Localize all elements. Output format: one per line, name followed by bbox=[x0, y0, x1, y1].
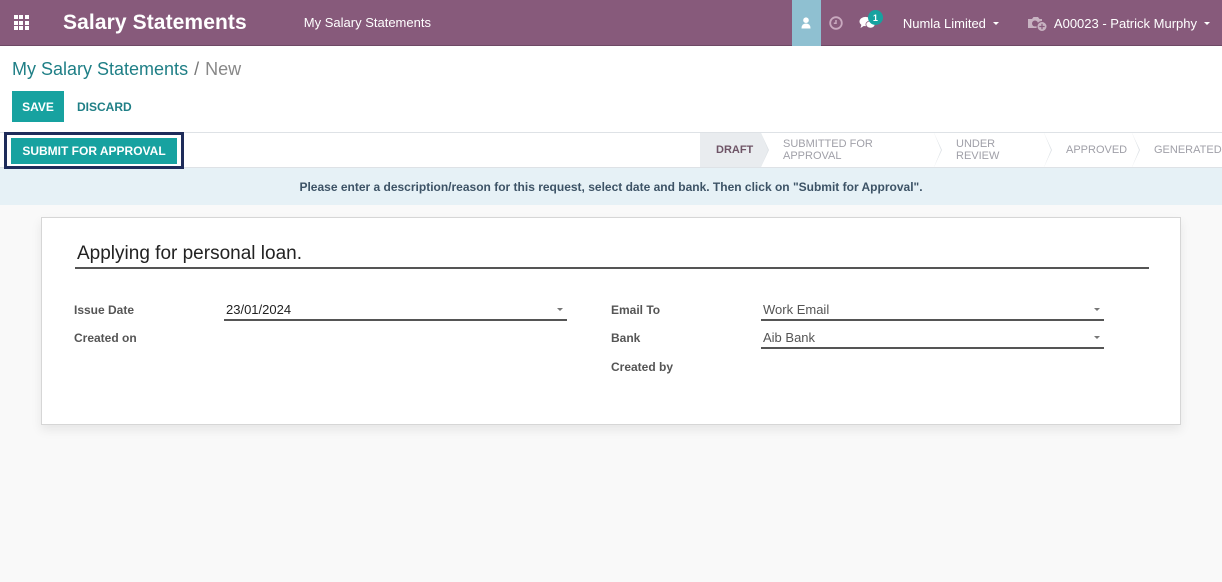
email-to-value: Work Email bbox=[763, 302, 830, 317]
breadcrumb-parent-link[interactable]: My Salary Statements bbox=[12, 59, 188, 79]
user-icon bbox=[801, 17, 811, 29]
status-bar: SUBMIT FOR APPROVAL DRAFT SUBMITTED FOR … bbox=[0, 132, 1222, 169]
dropdown-arrow-icon bbox=[1094, 308, 1100, 311]
chevron-down-icon bbox=[1204, 21, 1210, 25]
dropdown-arrow-icon bbox=[1094, 336, 1100, 339]
created-on-label: Created on bbox=[74, 331, 137, 345]
breadcrumb: My Salary Statements / New bbox=[12, 59, 241, 80]
stage-approved[interactable]: APPROVED bbox=[1044, 133, 1140, 167]
created-by-label: Created by bbox=[611, 360, 674, 374]
bank-label: Bank bbox=[611, 331, 641, 345]
company-name: Numla Limited bbox=[902, 15, 986, 31]
submit-focus-outline: SUBMIT FOR APPROVAL bbox=[4, 132, 184, 169]
issue-date-label: Issue Date bbox=[74, 303, 135, 317]
issue-date-field[interactable]: 23/01/2024 bbox=[224, 300, 567, 321]
status-stages: DRAFT SUBMITTED FOR APPROVAL UNDER REVIE… bbox=[700, 133, 1222, 167]
apps-menu-button[interactable] bbox=[0, 0, 42, 46]
save-button[interactable]: SAVE bbox=[12, 91, 64, 122]
discard-button[interactable]: DISCARD bbox=[77, 91, 132, 122]
bank-value: Aib Bank bbox=[763, 330, 816, 345]
chevron-down-icon bbox=[992, 21, 999, 25]
info-alert: Please enter a description/reason for th… bbox=[0, 168, 1222, 205]
breadcrumb-current: New bbox=[205, 59, 242, 79]
stage-generated[interactable]: GENERATED bbox=[1132, 133, 1222, 167]
grid-icon bbox=[13, 15, 29, 30]
stage-under-review[interactable]: UNDER REVIEW bbox=[934, 133, 1052, 167]
breadcrumb-separator: / bbox=[194, 59, 200, 79]
app-title: Salary Statements bbox=[63, 10, 247, 34]
email-to-label: Email To bbox=[611, 303, 661, 317]
control-panel: My Salary Statements / New SAVE DISCARD bbox=[0, 46, 1222, 133]
employee-name: A00023 - Patrick Murphy bbox=[1053, 15, 1197, 31]
stage-submitted-for-approval[interactable]: SUBMITTED FOR APPROVAL bbox=[761, 133, 942, 167]
dropdown-arrow-icon bbox=[557, 308, 563, 311]
form-sheet: Applying for personal loan. Issue Date 2… bbox=[41, 217, 1181, 425]
activity-button[interactable] bbox=[821, 0, 852, 46]
user-menu-button[interactable] bbox=[791, 0, 821, 46]
issue-date-value: 23/01/2024 bbox=[226, 302, 292, 317]
camera-plus-icon bbox=[1027, 16, 1048, 32]
description-input[interactable]: Applying for personal loan. bbox=[75, 243, 1149, 269]
messages-button[interactable]: 1 bbox=[852, 0, 884, 46]
top-navbar: Salary Statements My Salary Statements 1… bbox=[0, 0, 1222, 46]
stage-draft[interactable]: DRAFT bbox=[700, 133, 769, 167]
email-to-select[interactable]: Work Email bbox=[761, 300, 1104, 321]
clock-icon bbox=[829, 16, 844, 30]
company-switcher[interactable]: Numla Limited bbox=[903, 16, 999, 31]
messages-count-badge: 1 bbox=[867, 10, 883, 25]
submit-for-approval-button[interactable]: SUBMIT FOR APPROVAL bbox=[11, 137, 177, 164]
bank-select[interactable]: Aib Bank bbox=[761, 328, 1104, 349]
menu-my-salary-statements[interactable]: My Salary Statements bbox=[304, 15, 431, 30]
employee-menu[interactable]: A00023 - Patrick Murphy bbox=[1027, 15, 1210, 32]
